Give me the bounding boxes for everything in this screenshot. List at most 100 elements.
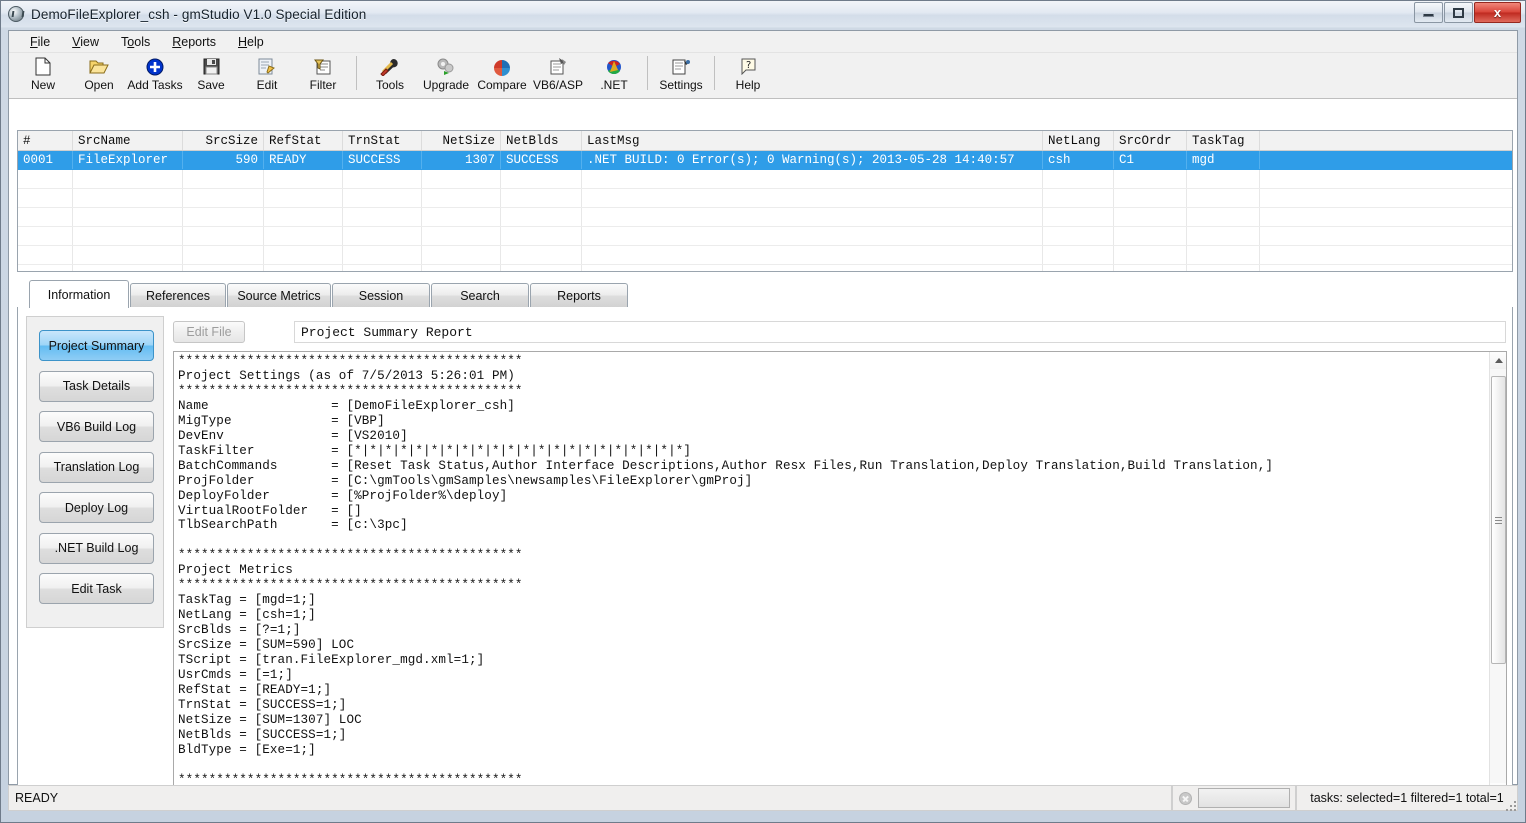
resize-grip-icon[interactable]	[1504, 801, 1516, 813]
minimize-button[interactable]	[1414, 2, 1443, 23]
grid-column-header-netlang[interactable]: NetLang	[1043, 131, 1114, 151]
table-row[interactable]: 0001FileExplorer590READYSUCCESS1307SUCCE…	[18, 151, 1513, 170]
toolbar-button-dotnet[interactable]: .NET	[586, 53, 642, 97]
tab-session[interactable]: Session	[332, 283, 430, 307]
toolbar-label: Help	[736, 78, 761, 92]
toolbar-button-save[interactable]: Save	[183, 53, 239, 97]
toolbar-button-edit[interactable]: Edit	[239, 53, 295, 97]
tab-references[interactable]: References	[130, 283, 226, 307]
compare-icon	[491, 56, 513, 77]
grid-column-header-srcordr[interactable]: SrcOrdr	[1114, 131, 1187, 151]
toolbar-separator	[647, 56, 648, 90]
menu-item-tools[interactable]: Tools	[110, 33, 161, 51]
side-button-edit-task[interactable]: Edit Task	[39, 573, 154, 604]
table-row-empty[interactable]	[18, 208, 1513, 227]
menu-item-view[interactable]: View	[61, 33, 110, 51]
cancel-circle-icon[interactable]	[1179, 792, 1192, 805]
task-grid[interactable]: #SrcNameSrcSizeRefStatTrnStatNetSizeNetB…	[17, 130, 1513, 272]
toolbar-button-vb6-asp[interactable]: VB6/ASP	[530, 53, 586, 97]
side-button-project-summary[interactable]: Project Summary	[39, 330, 154, 361]
grid-cell-empty	[1187, 227, 1260, 246]
edit-file-button[interactable]: Edit File	[173, 321, 245, 343]
settings-properties-icon	[670, 56, 692, 77]
grid-column-header-refstat[interactable]: RefStat	[264, 131, 343, 151]
toolbar-button-upgrade[interactable]: Upgrade	[418, 53, 474, 97]
grid-column-header-trnstat[interactable]: TrnStat	[343, 131, 422, 151]
maximize-button[interactable]	[1444, 2, 1473, 23]
toolbar-button-help[interactable]: ? Help	[720, 53, 776, 97]
grid-cell-empty	[1043, 170, 1114, 189]
toolbar-button-open[interactable]: Open	[71, 53, 127, 97]
toolbar-button-settings[interactable]: Settings	[653, 53, 709, 97]
toolbar-button-compare[interactable]: Compare	[474, 53, 530, 97]
grid-cell-empty	[582, 208, 1043, 227]
grid-cell-empty	[73, 170, 183, 189]
tab-information[interactable]: Information	[29, 280, 129, 308]
toolbar-button-new[interactable]: New	[15, 53, 71, 97]
grid-cell-empty	[264, 246, 343, 265]
grid-cell-empty	[422, 227, 501, 246]
minimize-icon	[1423, 14, 1434, 17]
grid-cell-empty	[1187, 246, 1260, 265]
toolbar-button-add-tasks[interactable]: Add Tasks	[127, 53, 183, 97]
menu-item-help[interactable]: Help	[227, 33, 275, 51]
grid-cell-empty	[582, 227, 1043, 246]
grid-cell-empty	[501, 189, 582, 208]
grid-column-header-netblds[interactable]: NetBlds	[501, 131, 582, 151]
grid-cell-empty	[582, 246, 1043, 265]
toolbar-button-filter[interactable]: Filter	[295, 53, 351, 97]
side-button-net-build-log[interactable]: .NET Build Log	[39, 533, 154, 564]
grid-column-header-lastmsg[interactable]: LastMsg	[582, 131, 1043, 151]
grid-column-header-num[interactable]: #	[18, 131, 73, 151]
grid-column-header-srcsize[interactable]: SrcSize	[183, 131, 264, 151]
table-row-empty[interactable]	[18, 170, 1513, 189]
menu-item-file[interactable]: File	[19, 33, 61, 51]
grid-cell-empty	[183, 265, 264, 273]
grid-cell-empty	[264, 189, 343, 208]
toolbar-button-tools[interactable]: Tools	[362, 53, 418, 97]
toolbar-label: Save	[197, 78, 224, 92]
task-grid-header: #SrcNameSrcSizeRefStatTrnStatNetSizeNetB…	[18, 131, 1513, 151]
grid-cell-empty	[18, 189, 73, 208]
hammer-wrench-icon	[379, 56, 401, 77]
side-button-vb6-build-log[interactable]: VB6 Build Log	[39, 411, 154, 442]
grid-column-header-netsize[interactable]: NetSize	[422, 131, 501, 151]
scroll-up-arrow[interactable]	[1490, 352, 1507, 369]
grid-cell-empty	[264, 265, 343, 273]
grid-cell-empty	[1114, 208, 1187, 227]
tab-page-information: Project Summary Task Details VB6 Build Log…	[17, 307, 1513, 807]
tab-search[interactable]: Search	[431, 283, 529, 307]
table-row-empty[interactable]	[18, 265, 1513, 273]
table-row-empty[interactable]	[18, 227, 1513, 246]
grid-cell-empty	[1187, 265, 1260, 273]
toolbar-label: Add Tasks	[127, 78, 182, 92]
toolbar-label: Tools	[376, 78, 404, 92]
side-button-translation-log[interactable]: Translation Log	[39, 452, 154, 483]
grid-cell-empty	[18, 208, 73, 227]
report-vertical-scrollbar[interactable]	[1489, 352, 1506, 800]
report-text-area[interactable]: ****************************************…	[173, 351, 1507, 801]
grid-cell-empty	[1187, 208, 1260, 227]
tab-reports[interactable]: Reports	[530, 283, 628, 307]
grid-column-header-pad[interactable]	[1260, 131, 1514, 151]
grid-cell-empty	[343, 170, 422, 189]
scrollbar-thumb[interactable]	[1491, 376, 1506, 664]
grid-cell-empty	[1043, 265, 1114, 273]
open-folder-icon	[88, 56, 110, 77]
grid-column-header-srcname[interactable]: SrcName	[73, 131, 183, 151]
table-row-empty[interactable]	[18, 189, 1513, 208]
close-button[interactable]: x	[1474, 2, 1521, 23]
application-window: DemoFileExplorer_csh - gmStudio V1.0 Spe…	[0, 0, 1526, 823]
grid-cell-empty	[422, 189, 501, 208]
table-row-empty[interactable]	[18, 246, 1513, 265]
filter-funnel-icon	[312, 56, 334, 77]
side-button-task-details[interactable]: Task Details	[39, 371, 154, 402]
menu-item-reports[interactable]: Reports	[161, 33, 227, 51]
grid-cell-empty	[501, 208, 582, 227]
tab-source-metrics[interactable]: Source Metrics	[227, 283, 331, 307]
grid-column-header-tasktag[interactable]: TaskTag	[1187, 131, 1260, 151]
window-controls: x	[1413, 2, 1521, 23]
side-button-deploy-log[interactable]: Deploy Log	[39, 492, 154, 523]
grid-cell-empty	[1043, 208, 1114, 227]
grid-cell-empty	[1260, 189, 1514, 208]
